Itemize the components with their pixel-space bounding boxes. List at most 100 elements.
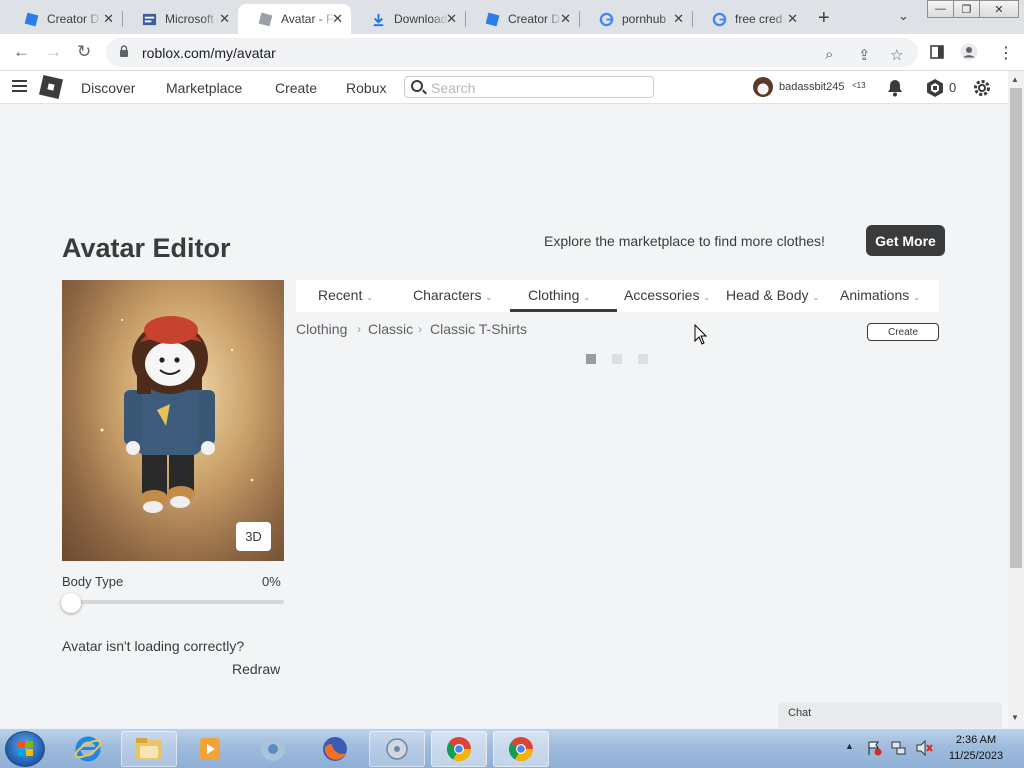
internet-explorer-glyph [74,736,102,762]
volume-muted-icon[interactable] [916,740,934,756]
profile-icon[interactable] [960,43,978,61]
breadcrumb-classic[interactable]: Classic [368,321,413,337]
roblox-logo-icon[interactable] [39,75,63,99]
close-icon[interactable]: ✕ [103,11,114,27]
loading-indicator-dot [586,354,596,364]
body-type-slider[interactable] [62,600,284,604]
avatar-preview[interactable] [62,280,284,561]
chat-bar[interactable]: Chat [778,702,1002,728]
firefox-glyph [323,737,347,761]
clock-date[interactable]: 11/25/2023 [944,750,1008,762]
username[interactable]: badassbit245 [779,81,844,93]
close-icon[interactable]: ✕ [560,11,571,27]
new-tab-plus-icon[interactable]: + [818,7,830,30]
share-icon[interactable]: ⇪ [858,46,871,64]
tab-characters[interactable]: Characters ⌄ [413,287,492,303]
roblox-icon [258,12,273,27]
tab-search-chevron-icon[interactable]: ⌄ [898,8,909,24]
zoom-icon[interactable]: ⌕ [825,46,833,63]
scrollbar-thumb[interactable] [1010,88,1022,568]
tab-label: Clothing [528,287,580,303]
file-explorer-icon[interactable] [121,731,177,767]
tray-expand-arrow-icon[interactable]: ▲ [845,741,854,751]
explore-marketplace-text: Explore the marketplace to find more clo… [544,233,825,249]
view-3d-button[interactable]: 3D [236,522,271,551]
media-center-icon[interactable] [369,731,425,767]
close-icon[interactable]: ✕ [332,11,343,27]
restore-button[interactable]: ❐ [953,0,980,18]
microsoft-icon [142,13,157,26]
close-icon[interactable]: ✕ [219,11,230,27]
close-icon[interactable]: ✕ [673,11,684,27]
redraw-link[interactable]: Redraw [232,661,280,677]
close-icon[interactable]: ✕ [787,11,798,27]
search-icon [411,80,423,92]
tab-clothing[interactable]: Clothing ⌄ [528,287,590,303]
internet-explorer-icon[interactable] [60,731,116,767]
firefox-icon[interactable] [307,731,363,767]
chrome-icon[interactable] [245,731,301,767]
avatar-character-figure [100,316,254,513]
chevron-down-icon: ⌄ [485,293,493,302]
close-window-button[interactable]: ✕ [979,0,1019,18]
robux-balance[interactable]: 0 [949,80,956,95]
browser-tab-active[interactable]: Avatar - R ✕ [238,4,351,34]
scroll-down-arrow-icon[interactable]: ▼ [1011,713,1019,722]
media-player-icon[interactable] [182,731,238,767]
browser-tab[interactable]: Download ✕ [351,4,465,34]
tab-animations[interactable]: Animations ⌄ [840,287,920,303]
tab-recent[interactable]: Recent ⌄ [318,287,373,303]
chrome-glyph [508,737,533,762]
address-bar[interactable]: roblox.com/my/avatar ⌕ ⇪ ☆ [106,38,918,67]
scroll-up-arrow-icon[interactable]: ▲ [1011,75,1019,84]
bookmark-star-icon[interactable]: ☆ [890,46,903,64]
media-player-glyph [200,738,220,760]
nav-marketplace[interactable]: Marketplace [166,80,242,96]
tab-head-body[interactable]: Head & Body ⌄ [726,287,819,303]
start-button[interactable] [5,731,45,767]
tab-label: Accessories [624,287,700,303]
settings-gear-icon[interactable] [972,78,992,98]
avatar-loading-question: Avatar isn't loading correctly? [62,638,245,654]
clock-time[interactable]: 2:36 AM [944,734,1008,746]
browser-tab[interactable]: Creator D ✕ [4,4,122,34]
back-arrow-icon[interactable]: ← [13,42,30,62]
url-text[interactable]: roblox.com/my/avatar [142,45,276,61]
action-center-flag-icon[interactable] [866,740,882,756]
body-type-value: 0% [262,574,281,589]
network-icon[interactable] [891,740,907,756]
browser-tab[interactable]: free cred ✕ [692,4,806,34]
breadcrumb-clothing[interactable]: Clothing [296,321,347,337]
notification-bell-icon[interactable] [885,78,905,98]
more-menu-icon[interactable]: ⋮ [998,43,1014,63]
browser-tab[interactable]: pornhub ✕ [579,4,692,34]
nav-create[interactable]: Create [275,80,317,96]
tab-title: pornhub [622,12,667,26]
tab-title: free cred [735,12,783,26]
body-type-label: Body Type [62,574,124,589]
lock-icon[interactable] [119,45,129,58]
chrome-icon[interactable] [493,731,549,767]
reload-icon[interactable]: ↻ [77,42,91,62]
tab-title: Creator D [508,12,561,26]
avatar[interactable] [753,77,773,97]
minimize-button[interactable]: — [927,0,954,18]
chrome-icon[interactable] [431,731,487,767]
browser-tab[interactable]: Creator D ✕ [465,4,579,34]
body-type-slider-handle[interactable] [61,593,81,613]
windows-logo-icon [18,741,33,756]
google-icon [599,12,614,27]
menu-icon[interactable] [12,80,27,92]
nav-robux[interactable]: Robux [346,80,386,96]
robux-icon[interactable] [925,78,945,98]
side-panel-icon[interactable] [930,45,944,59]
page-title: Avatar Editor [62,233,231,263]
create-button[interactable]: Create [867,323,939,341]
nav-discover[interactable]: Discover [81,80,135,96]
browser-tab[interactable]: Microsoft ✕ [122,4,238,34]
close-icon[interactable]: ✕ [446,11,457,27]
forward-arrow-icon[interactable]: → [45,42,62,62]
search-input[interactable]: Search [404,76,654,98]
get-more-button[interactable]: Get More [866,225,945,256]
tab-accessories[interactable]: Accessories ⌄ [624,287,710,303]
